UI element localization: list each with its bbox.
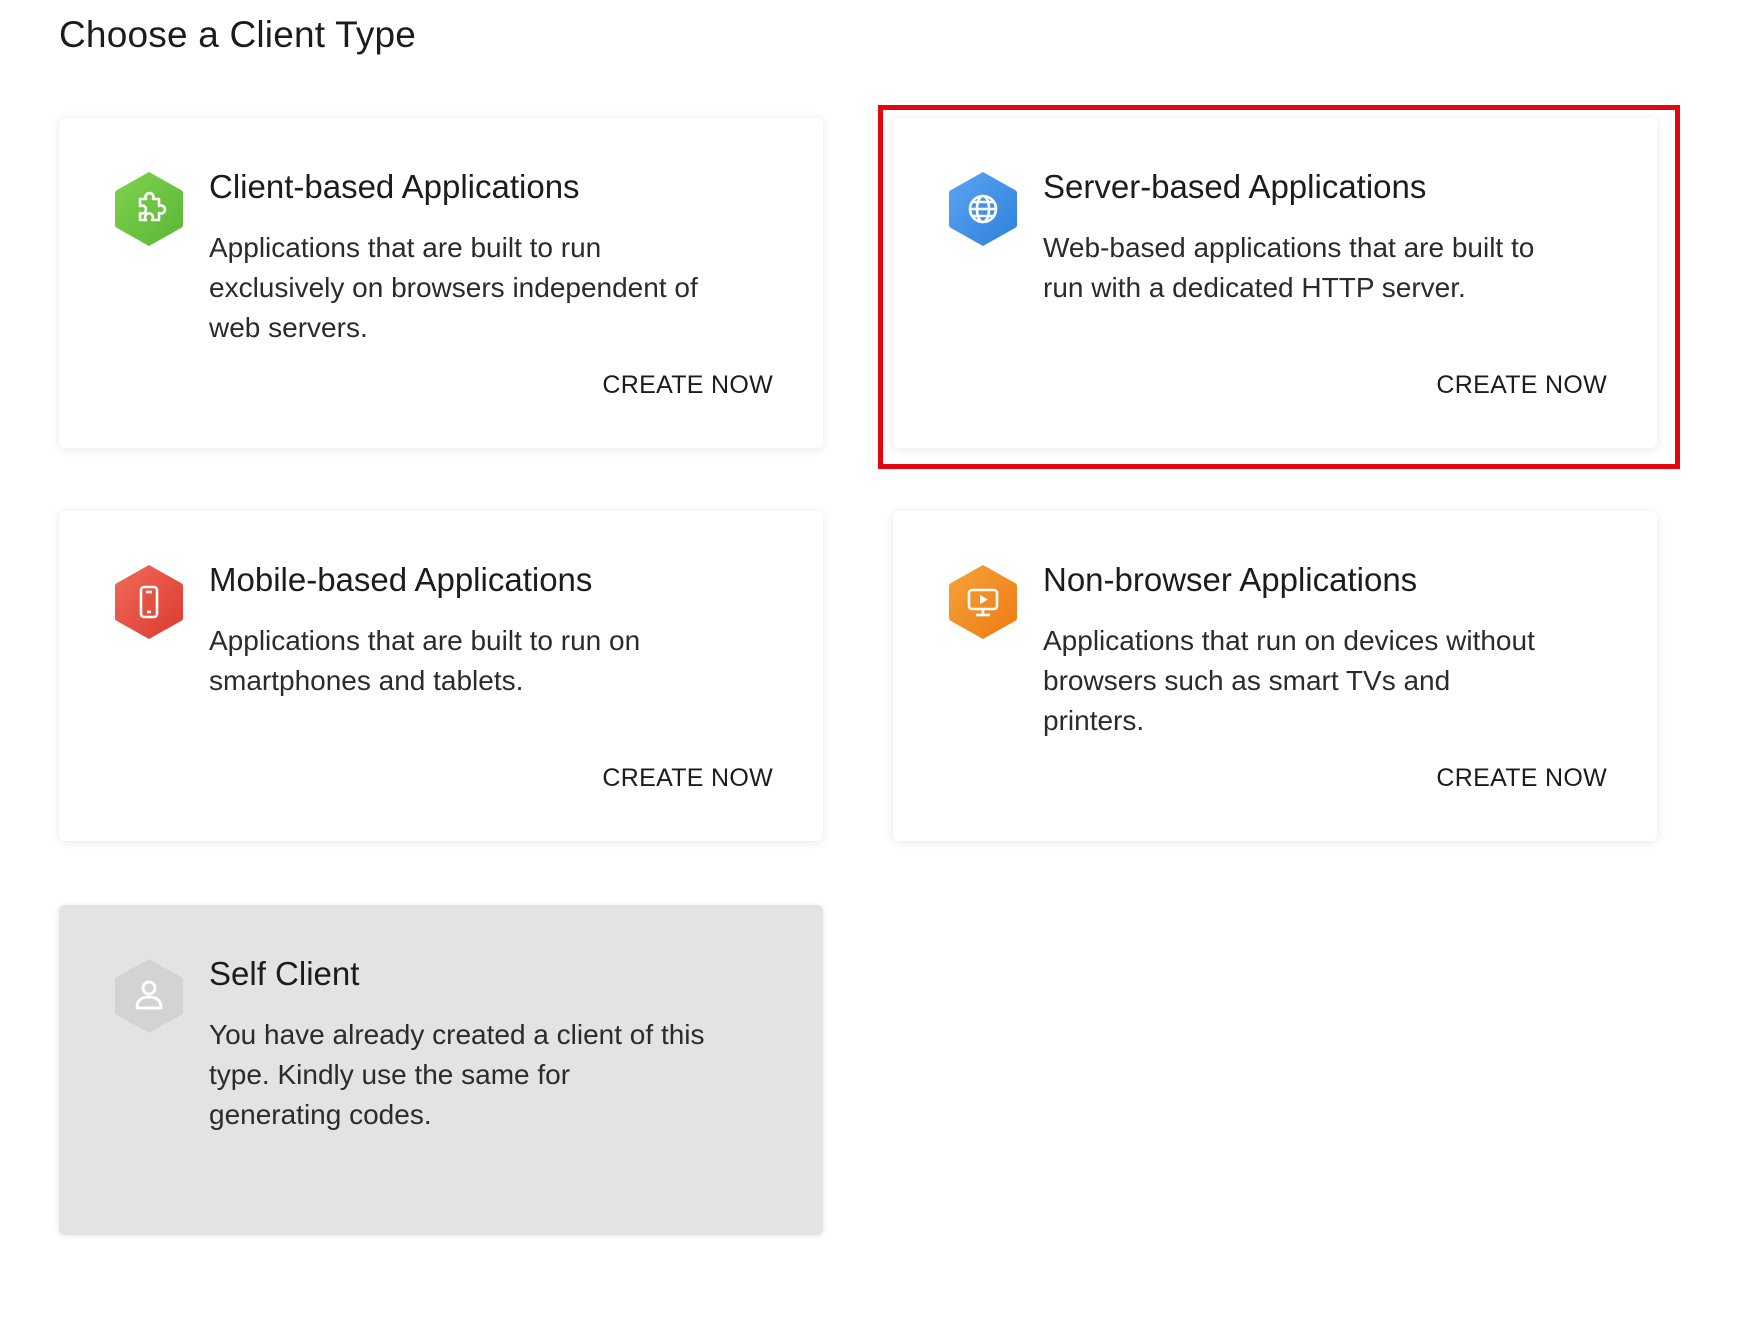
server-based-applications-card[interactable]: Server-based Applications Web-based appl… [893, 118, 1657, 448]
monitor-icon [947, 563, 1019, 641]
non-browser-applications-card[interactable]: Non-browser Applications Applications th… [893, 511, 1657, 841]
client-based-applications-card[interactable]: Client-based Applications Applications t… [59, 118, 823, 448]
create-now-link[interactable]: CREATE NOW [1436, 371, 1607, 400]
card-description: You have already created a client of thi… [209, 1019, 705, 1130]
card-title: Self Client [209, 955, 360, 992]
card-description: Applications that are built to run on sm… [209, 625, 641, 696]
smartphone-icon [113, 563, 185, 641]
card-title: Server-based Applications [1043, 168, 1427, 205]
card-title: Mobile-based Applications [209, 561, 593, 598]
self-client-card: Self Client You have already created a c… [59, 905, 823, 1235]
page-title: Choose a Client Type [59, 14, 417, 55]
card-description: Applications that run on devices without… [1043, 625, 1535, 736]
create-now-link[interactable]: CREATE NOW [602, 371, 773, 400]
globe-icon [947, 170, 1019, 248]
card-description: Web-based applications that are built to… [1043, 232, 1535, 303]
card-description: Applications that are built to run exclu… [209, 232, 698, 343]
puzzle-icon [113, 170, 185, 248]
create-now-link[interactable]: CREATE NOW [1436, 764, 1607, 793]
card-title: Non-browser Applications [1043, 561, 1418, 598]
create-now-link[interactable]: CREATE NOW [602, 764, 773, 793]
user-icon [113, 957, 185, 1035]
mobile-based-applications-card[interactable]: Mobile-based Applications Applications t… [59, 511, 823, 841]
card-title: Client-based Applications [209, 168, 580, 205]
